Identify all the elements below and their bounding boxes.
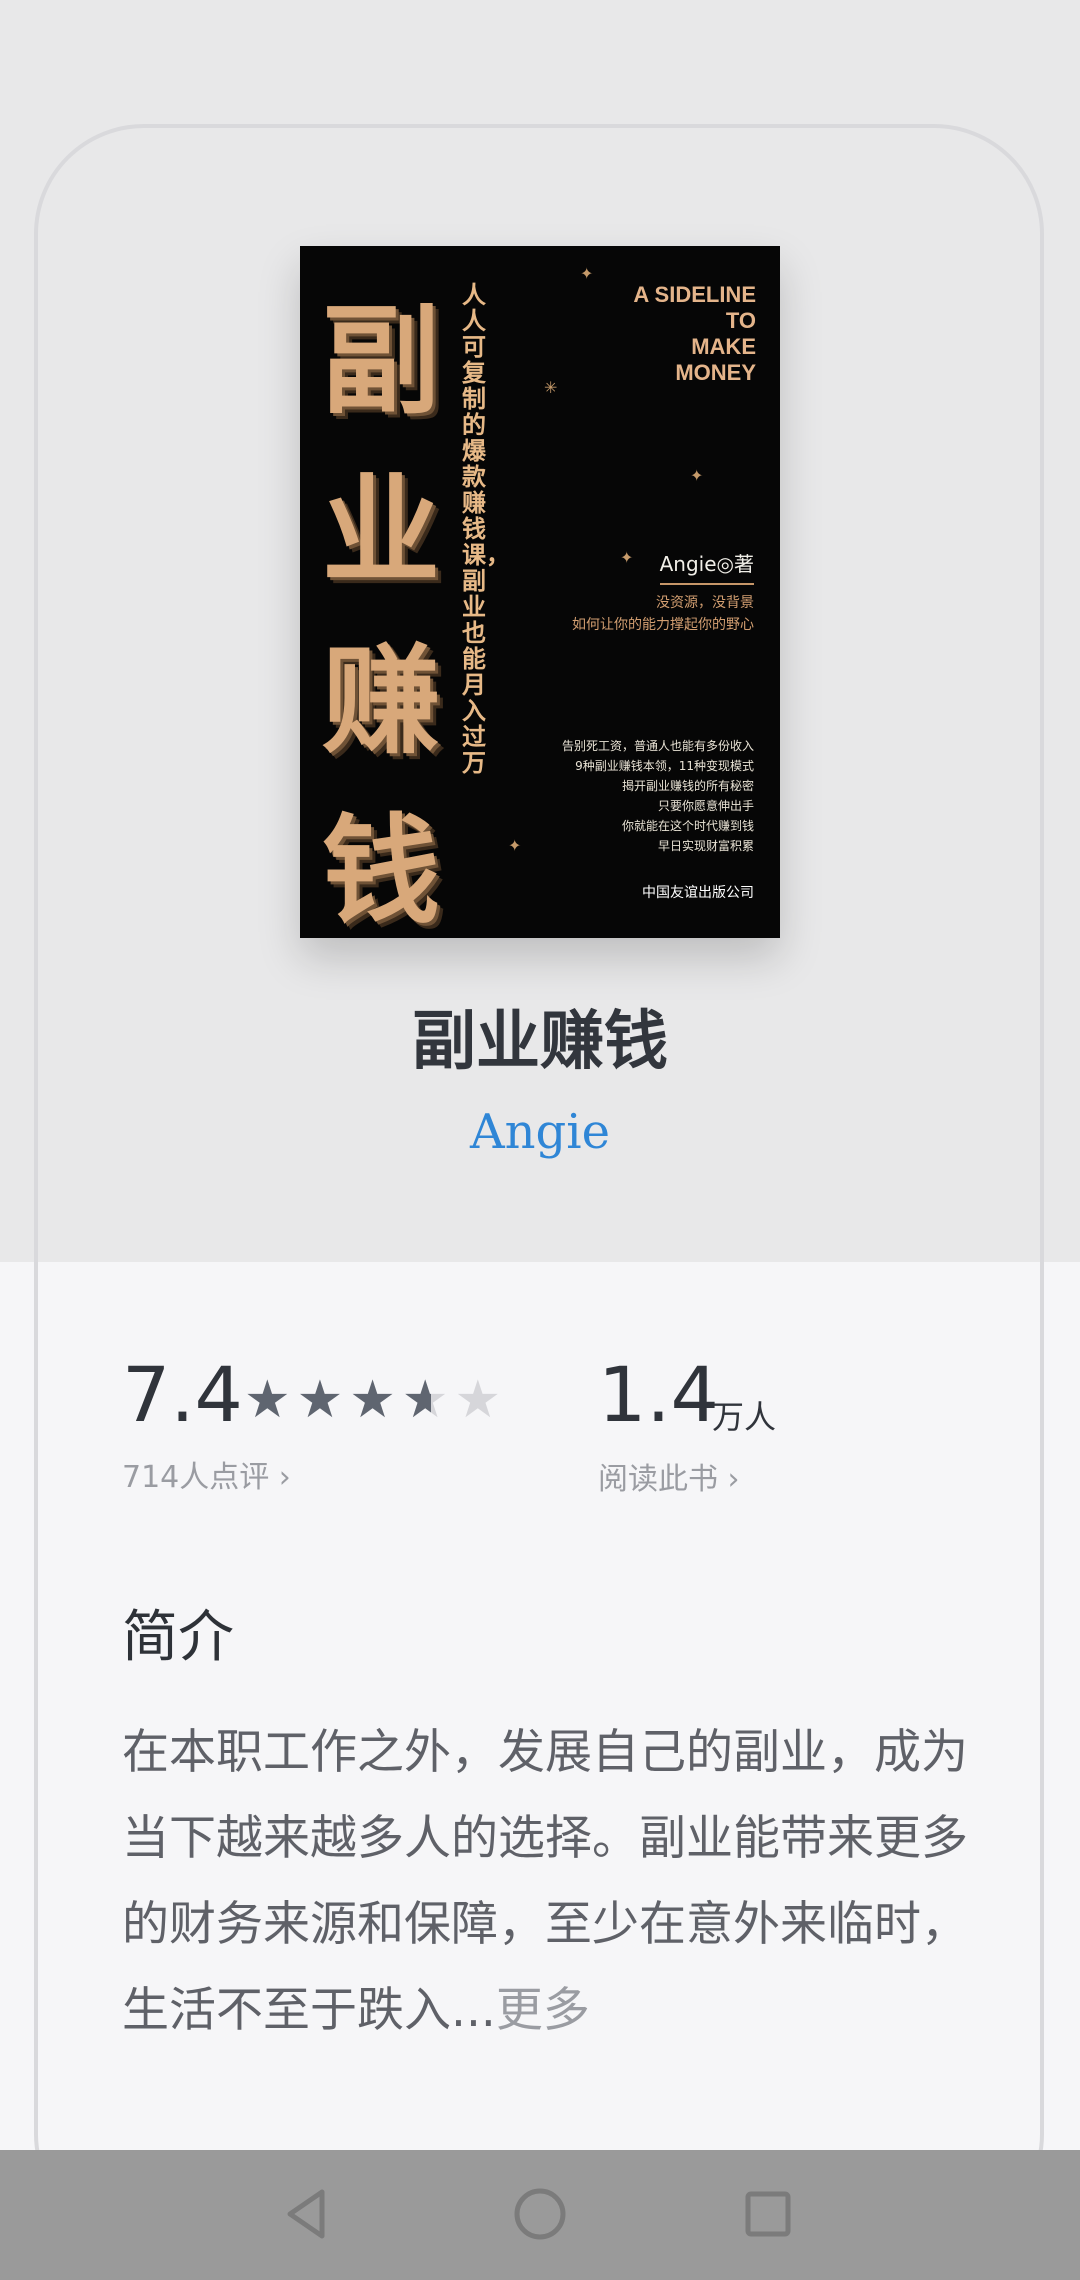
system-navigation-bar bbox=[0, 2150, 1080, 2280]
readers-count: 1.4 bbox=[598, 1350, 719, 1439]
intro-more-link[interactable]: 更多 bbox=[496, 1983, 590, 2038]
recents-icon[interactable] bbox=[732, 2178, 804, 2250]
book-author-link[interactable]: Angie bbox=[0, 1104, 1080, 1160]
cover-title-char: 业 bbox=[322, 461, 441, 600]
cover-tagline: 没资源，没背景 如何让你的能力撑起你的野心 bbox=[572, 595, 754, 633]
cover-title: 副 业 赚 钱 bbox=[322, 276, 442, 938]
rating-stars: ★★★★★★ bbox=[244, 1370, 507, 1430]
cover-author: Angie◎著 bbox=[659, 548, 754, 585]
book-title: 副业赚钱 bbox=[412, 1004, 668, 1079]
cover-english-title: A SIDELINE TO MAKE MONEY bbox=[633, 282, 756, 385]
star-half-icon: ★★ bbox=[401, 1370, 455, 1430]
star-icon: ★ bbox=[296, 1370, 350, 1430]
star-empty-icon: ★ bbox=[454, 1370, 508, 1430]
cover-title-char: 钱 bbox=[322, 801, 441, 938]
sparkle-icon: ✦ bbox=[620, 548, 634, 567]
star-icon: ★ bbox=[349, 1370, 402, 1430]
sparkle-icon: ✳ bbox=[544, 378, 558, 397]
cover-blurb: 告别死工资，普通人也能有多份收入 9种副业赚钱本领，11种变现模式 揭开副业赚钱… bbox=[561, 739, 754, 853]
intro-text: 在本职工作之外，发展自己的副业，成为当下越来越多人的选择。副业能带来更多的财务来… bbox=[122, 1710, 982, 2054]
rating-score: 7.4 bbox=[122, 1350, 243, 1439]
cover-publisher: 中国友谊出版公司 bbox=[642, 885, 754, 901]
back-icon[interactable] bbox=[270, 2178, 342, 2250]
star-icon: ★ bbox=[244, 1370, 297, 1430]
readers-link[interactable]: 阅读此书 › bbox=[598, 1454, 740, 1498]
sparkle-icon: ✦ bbox=[508, 836, 522, 855]
intro-heading: 简介 bbox=[122, 1605, 234, 1670]
home-icon[interactable] bbox=[504, 2178, 576, 2250]
sparkle-icon: ✦ bbox=[690, 466, 704, 485]
cover-title-char: 赚 bbox=[322, 631, 441, 770]
cover-title-char: 副 bbox=[322, 291, 441, 430]
book-cover[interactable]: 副 业 赚 钱 人人可复制的爆款赚钱课，副业也能月入过万 A SIDELINE … bbox=[300, 246, 780, 938]
review-count-link[interactable]: 714人点评 › bbox=[122, 1452, 291, 1496]
readers-unit: 万人 bbox=[712, 1398, 777, 1436]
sparkle-icon: ✦ bbox=[580, 264, 594, 283]
cover-subtitle: 人人可复制的爆款赚钱课，副业也能月入过万 bbox=[462, 281, 510, 777]
